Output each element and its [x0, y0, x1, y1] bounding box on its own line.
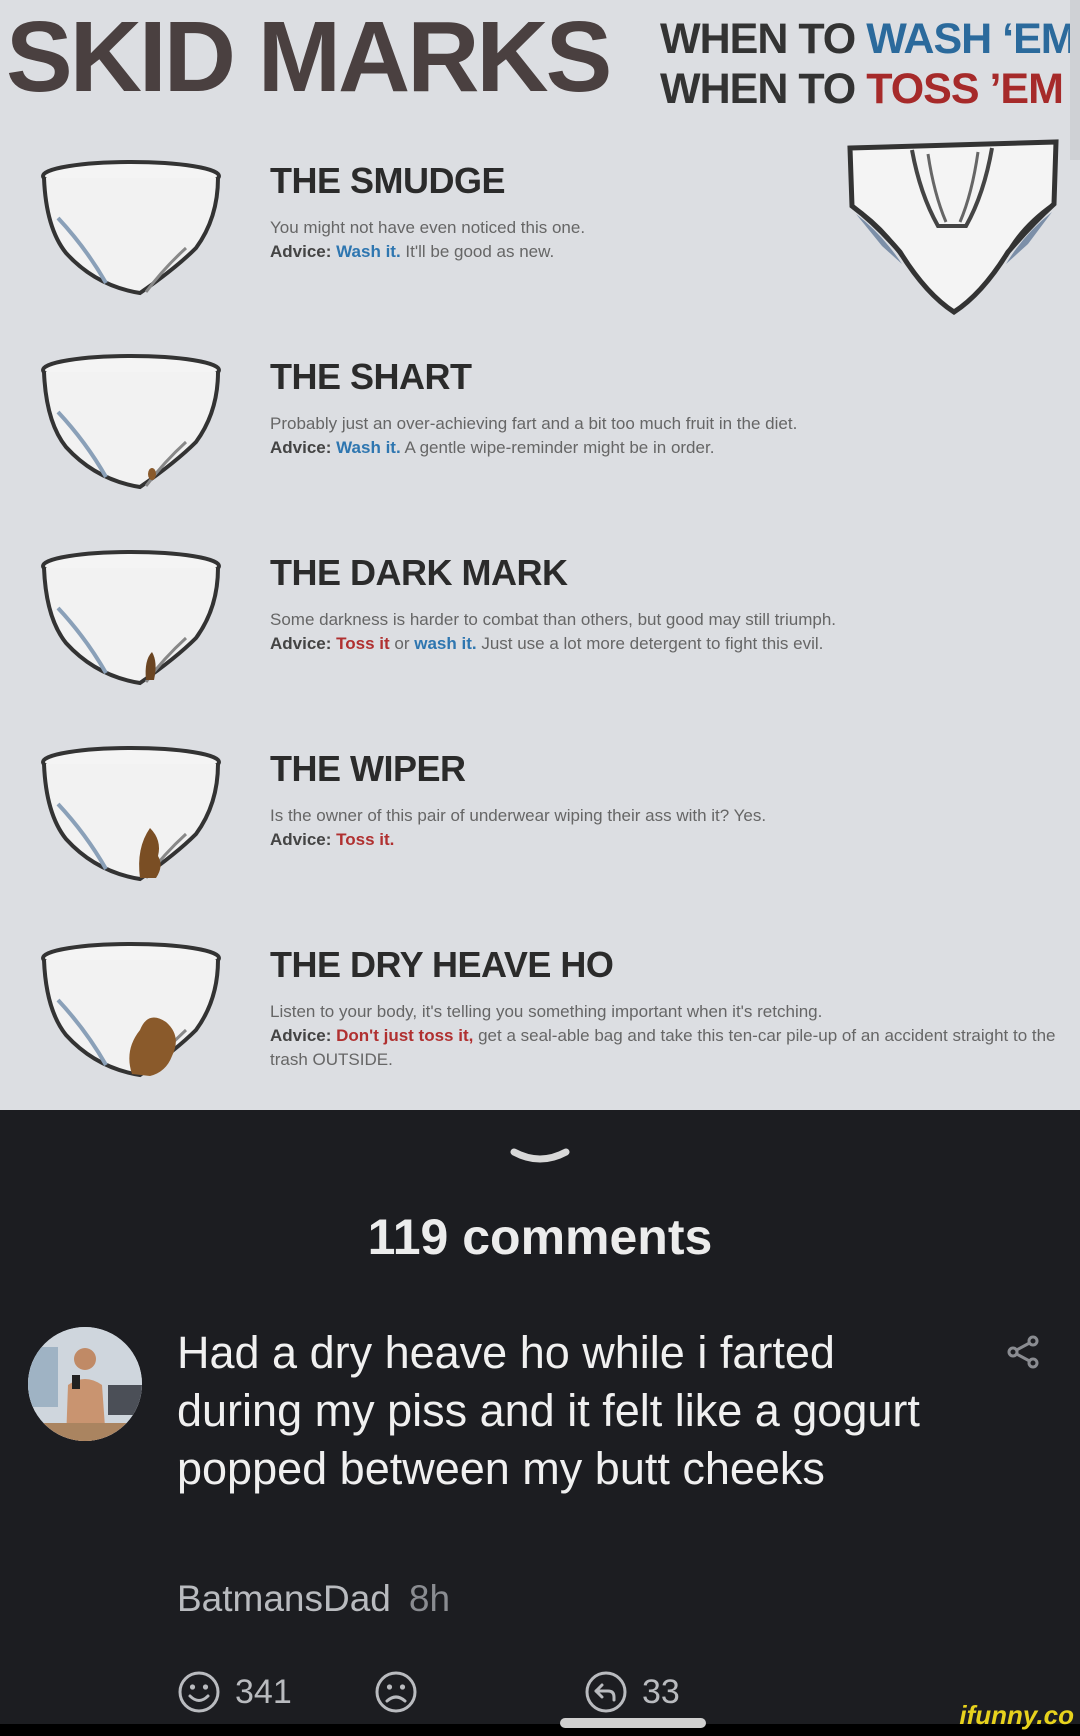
smile-button[interactable]: 341 [177, 1670, 292, 1714]
share-icon[interactable] [1005, 1334, 1041, 1370]
briefs-icon-shart [41, 354, 221, 490]
avatar[interactable] [28, 1327, 142, 1441]
comment-meta: BatmansDad 8h [177, 1578, 450, 1620]
entry-heading: THE DRY HEAVE HO [270, 944, 614, 985]
comment-author[interactable]: BatmansDad [177, 1578, 391, 1619]
unsmile-button[interactable] [374, 1670, 418, 1714]
entry-description: Listen to your body, it's telling you so… [270, 1002, 1056, 1069]
entry-description: You might not have even noticed this one… [270, 218, 586, 261]
frown-icon [375, 1671, 417, 1713]
entry-wiper: THE WIPER Is the owner of this pair of u… [270, 748, 1070, 852]
entry-description: Is the owner of this pair of underwear w… [270, 806, 767, 849]
briefs-icon-dry-heave-ho [41, 942, 221, 1078]
smile-count: 341 [235, 1672, 292, 1711]
avatar-photo [28, 1327, 142, 1441]
entry-smudge: THE SMUDGE You might not have even notic… [270, 160, 1070, 264]
entry-heading: THE SMUDGE [270, 160, 506, 201]
infographic-subtitle: WHEN TO WASH ‘EM, WHEN TO TOSS ’EM [660, 15, 1080, 113]
entry-dry-heave-ho: THE DRY HEAVE HO Listen to your body, it… [270, 944, 1070, 1072]
image-edge [1070, 0, 1080, 160]
entry-heading: THE SHART [270, 356, 472, 397]
entry-description: Probably just an over-achieving fart and… [270, 414, 798, 457]
smile-icon [178, 1671, 220, 1713]
bottom-bar [0, 1724, 1080, 1736]
comment-time: 8h [408, 1578, 451, 1619]
entry-description: Some darkness is harder to combat than o… [270, 610, 836, 653]
reply-count: 33 [642, 1672, 680, 1711]
meme-image: SKID MARKS WHEN TO WASH ‘EM, WHEN TO TOS… [0, 0, 1080, 1110]
reply-button[interactable]: 33 [584, 1670, 680, 1714]
entry-shart: THE SHART Probably just an over-achievin… [270, 356, 1070, 460]
briefs-icon-wiper [41, 746, 221, 882]
comment-text: Had a dry heave ho while i farted during… [177, 1327, 920, 1494]
scroll-indicator [560, 1718, 706, 1728]
entry-heading: THE WIPER [270, 748, 466, 789]
briefs-icon-dark-mark [41, 550, 221, 686]
entry-dark-mark: THE DARK MARK Some darkness is harder to… [270, 552, 1070, 656]
watermark: ifunny.co [959, 1700, 1074, 1730]
briefs-icon-smudge [41, 160, 221, 296]
entry-heading: THE DARK MARK [270, 552, 568, 593]
comments-count: 119 comments [367, 1209, 713, 1265]
reply-icon [585, 1671, 627, 1713]
infographic-title: SKID MARKS [6, 1, 612, 113]
chevron-down-icon[interactable] [510, 1148, 570, 1164]
